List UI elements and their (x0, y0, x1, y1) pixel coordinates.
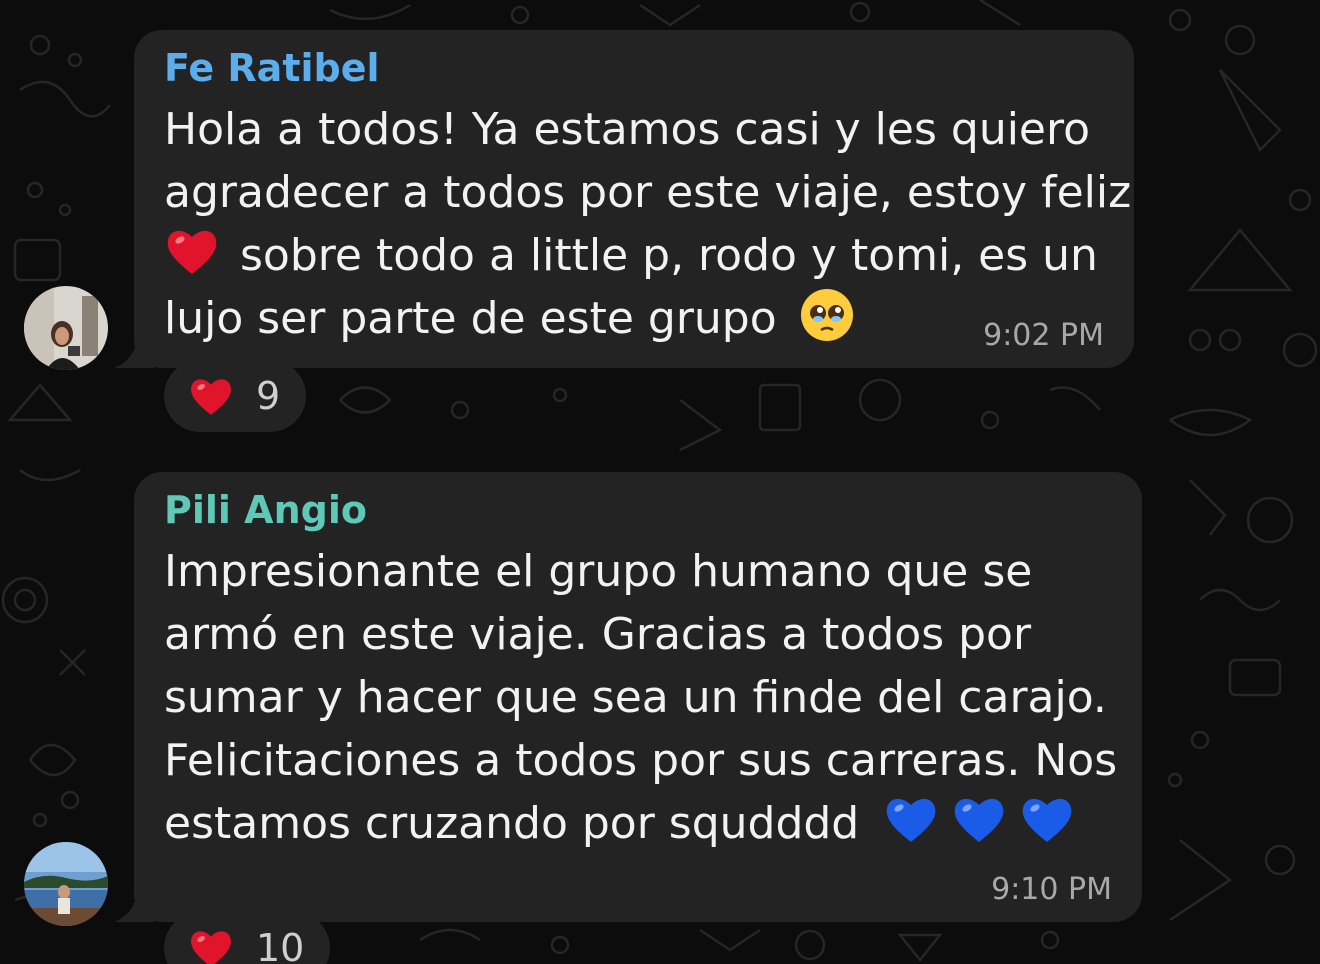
reaction-count: 9 (256, 374, 281, 418)
message-line-text: sobre todo a little p, rodo y tomi, es u… (240, 230, 1098, 281)
blue-heart-icon (1022, 798, 1072, 842)
bubble-tail (114, 886, 154, 922)
message-line: sumar y hacer que sea un finde del caraj… (164, 672, 1107, 723)
message-bubble[interactable]: Fe Ratibel Hola a todos! Ya estamos casi… (134, 30, 1134, 368)
message-line: sobre todo a little p, rodo y tomi, es u… (164, 224, 1131, 287)
avatar-photo-image (24, 842, 108, 926)
bubble-tail (114, 332, 154, 368)
chat-view[interactable]: Fe Ratibel Hola a todos! Ya estamos casi… (0, 0, 1320, 964)
message-line: Impresionante el grupo humano que se (164, 546, 1033, 597)
blue-heart-icon (886, 798, 936, 842)
sender-avatar[interactable] (24, 286, 108, 370)
avatar-photo-image (24, 286, 108, 370)
sender-name[interactable]: Pili Angio (164, 484, 367, 536)
message-text: Hola a todos! Ya estamos casi y les quie… (164, 98, 1131, 350)
message-timestamp: 9:02 PM (983, 318, 1104, 353)
pleading-face-icon (800, 289, 853, 341)
red-heart-icon (191, 931, 231, 964)
reaction-count: 10 (256, 926, 305, 964)
message-bubble[interactable]: Pili Angio Impresionante el grupo humano… (134, 472, 1142, 922)
red-heart-icon (167, 230, 217, 274)
sender-avatar[interactable] (24, 842, 108, 926)
sender-name[interactable]: Fe Ratibel (164, 42, 380, 94)
message-line: armó en este viaje. Gracias a todos por (164, 609, 1032, 660)
blue-heart-icon (954, 798, 1004, 842)
message-line-text: lujo ser parte de este grupo (164, 293, 777, 344)
message-line-text: estamos cruzando por squdddd (164, 798, 860, 849)
message-timestamp: 9:10 PM (991, 872, 1112, 907)
message-line: agradecer a todos por este viaje, estoy … (164, 167, 1132, 218)
red-heart-icon (191, 379, 231, 415)
reaction-badge[interactable]: 10 (164, 912, 331, 964)
message-line: estamos cruzando por squdddd (164, 792, 1117, 855)
message-text: Impresionante el grupo humano que se arm… (164, 540, 1117, 855)
reaction-badge[interactable]: 9 (164, 360, 307, 432)
message-line: Hola a todos! Ya estamos casi y les quie… (164, 104, 1091, 155)
message-line: Felicitaciones a todos por sus carreras.… (164, 735, 1118, 786)
